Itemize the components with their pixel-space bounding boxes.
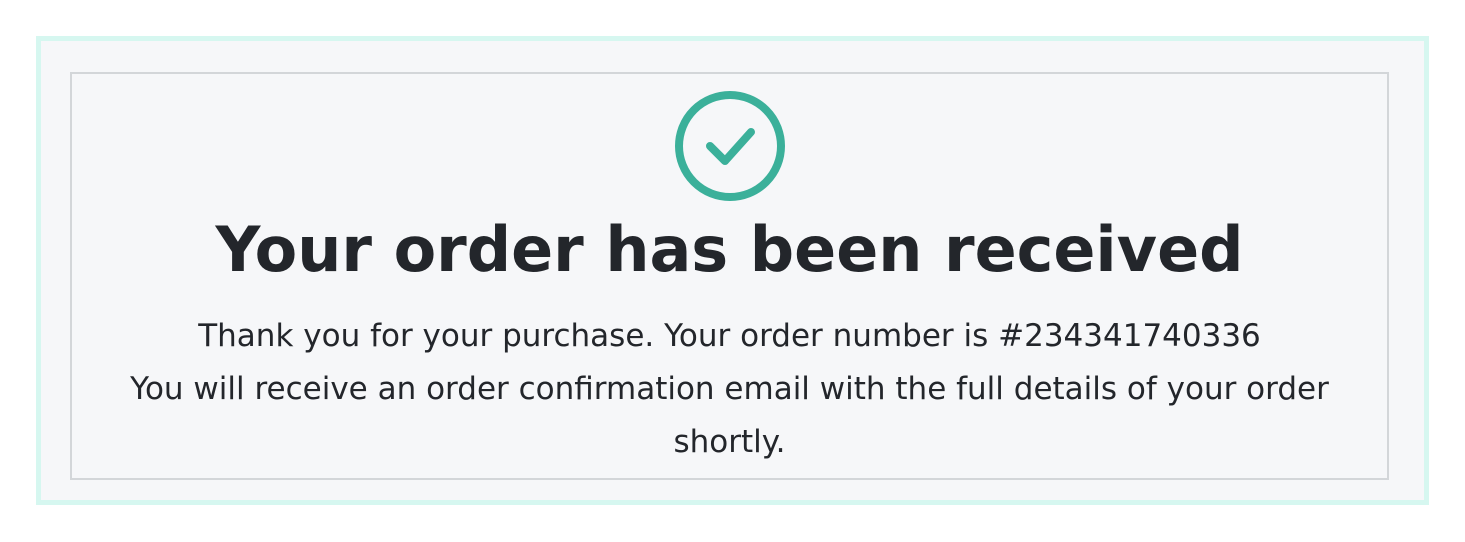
confirmation-title: Your order has been received [215,213,1244,286]
thank-you-line: Thank you for your purchase. Your order … [120,310,1340,363]
thank-you-prefix: Thank you for your purchase. Your order … [198,318,999,354]
confirmation-message: Thank you for your purchase. Your order … [120,310,1340,469]
confirmation-frame: Your order has been received Thank you f… [36,36,1429,505]
order-number: #234341740336 [998,318,1261,354]
check-circle-icon [672,88,788,204]
email-notice: You will receive an order confirmation e… [130,371,1329,460]
order-confirmation-card: Your order has been received Thank you f… [70,72,1389,480]
